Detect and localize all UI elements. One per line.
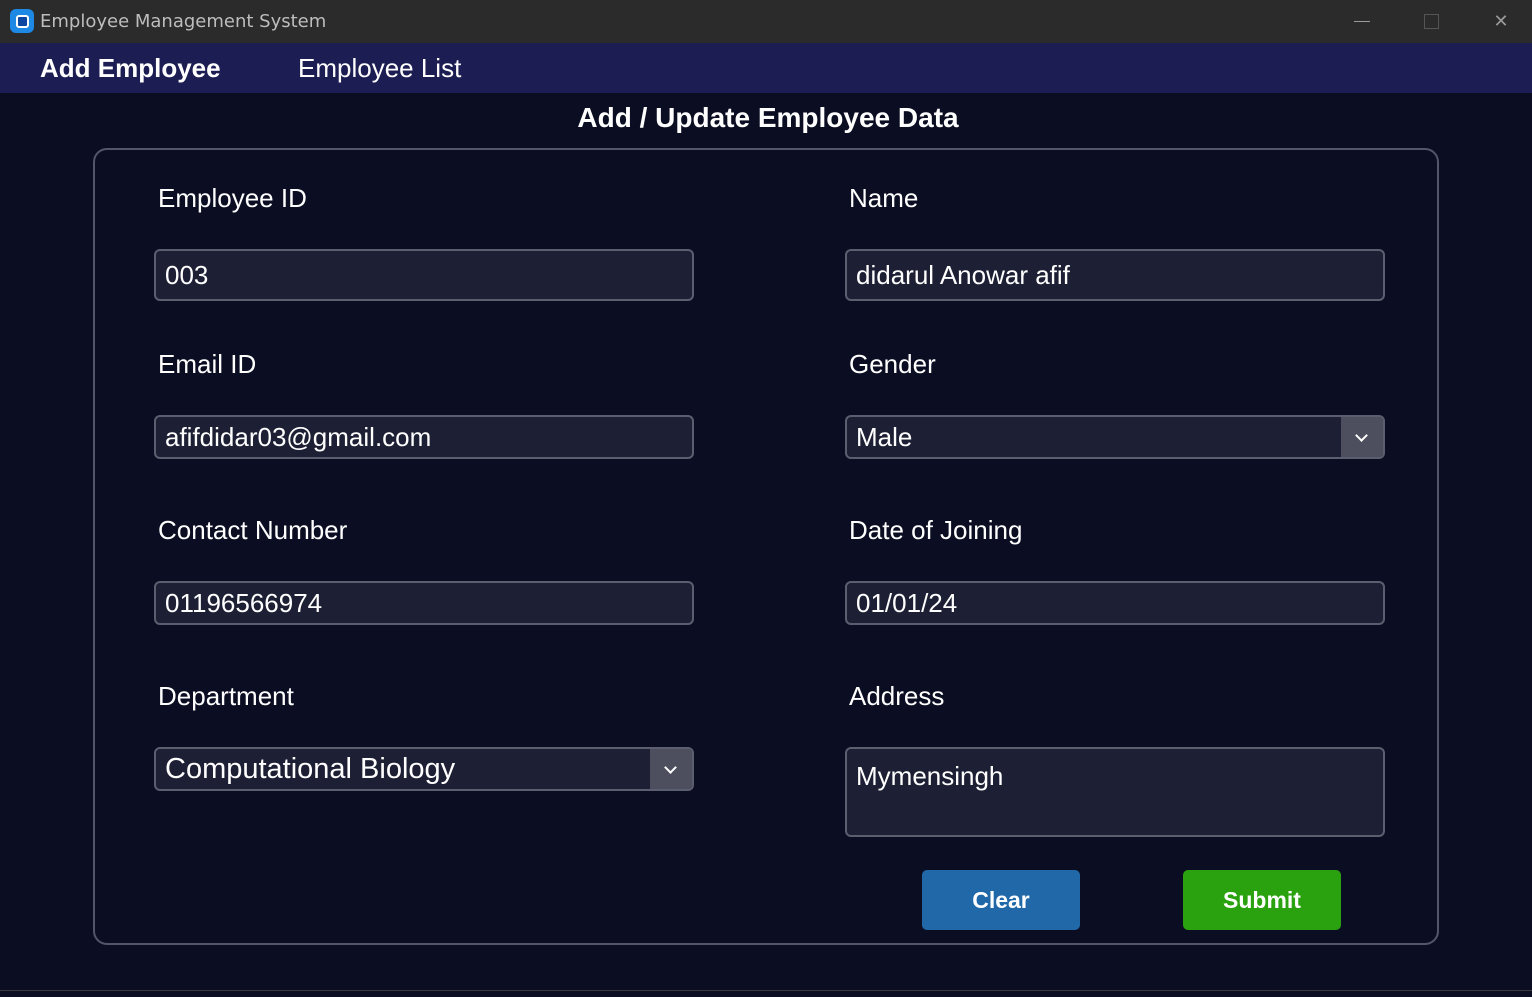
name-input[interactable]: didarul Anowar afif <box>845 249 1385 301</box>
clear-button[interactable]: Clear <box>922 870 1080 930</box>
address-textarea[interactable]: Mymensingh <box>845 747 1385 837</box>
menu-item-add-employee[interactable]: Add Employee <box>40 53 221 84</box>
department-label: Department <box>158 681 294 711</box>
menu-bar: Add Employee Employee List <box>0 43 1532 93</box>
close-button[interactable]: ✕ <box>1471 0 1531 43</box>
window-title: Employee Management System <box>40 11 327 32</box>
title-bar: Employee Management System ✕ <box>0 0 1532 43</box>
gender-label: Gender <box>849 349 936 379</box>
app-icon <box>10 9 34 33</box>
employee-id-label: Employee ID <box>158 183 307 213</box>
chevron-down-icon[interactable] <box>650 749 692 789</box>
email-label: Email ID <box>158 349 257 379</box>
menu-item-employee-list[interactable]: Employee List <box>298 53 461 84</box>
employee-id-input[interactable]: 003 <box>154 249 694 301</box>
close-icon: ✕ <box>1493 11 1509 31</box>
page-title: Add / Update Employee Data <box>577 102 959 133</box>
contact-input[interactable]: 01196566974 <box>154 581 694 625</box>
maximize-button[interactable] <box>1401 0 1461 43</box>
gender-value: Male <box>856 422 913 452</box>
submit-button[interactable]: Submit <box>1183 870 1341 930</box>
doj-input[interactable]: 01/01/24 <box>845 581 1385 625</box>
address-label: Address <box>849 681 945 711</box>
email-input[interactable]: afifdidar03@gmail.com <box>154 415 694 459</box>
department-value: Computational Biology <box>165 753 456 785</box>
minimize-button[interactable] <box>1332 0 1392 43</box>
contact-label: Contact Number <box>158 515 348 545</box>
name-label: Name <box>849 183 919 213</box>
chevron-down-icon[interactable] <box>1341 417 1383 457</box>
doj-label: Date of Joining <box>849 515 1023 545</box>
gender-select[interactable]: Male <box>845 415 1385 459</box>
department-select[interactable]: Computational Biology <box>154 747 694 791</box>
